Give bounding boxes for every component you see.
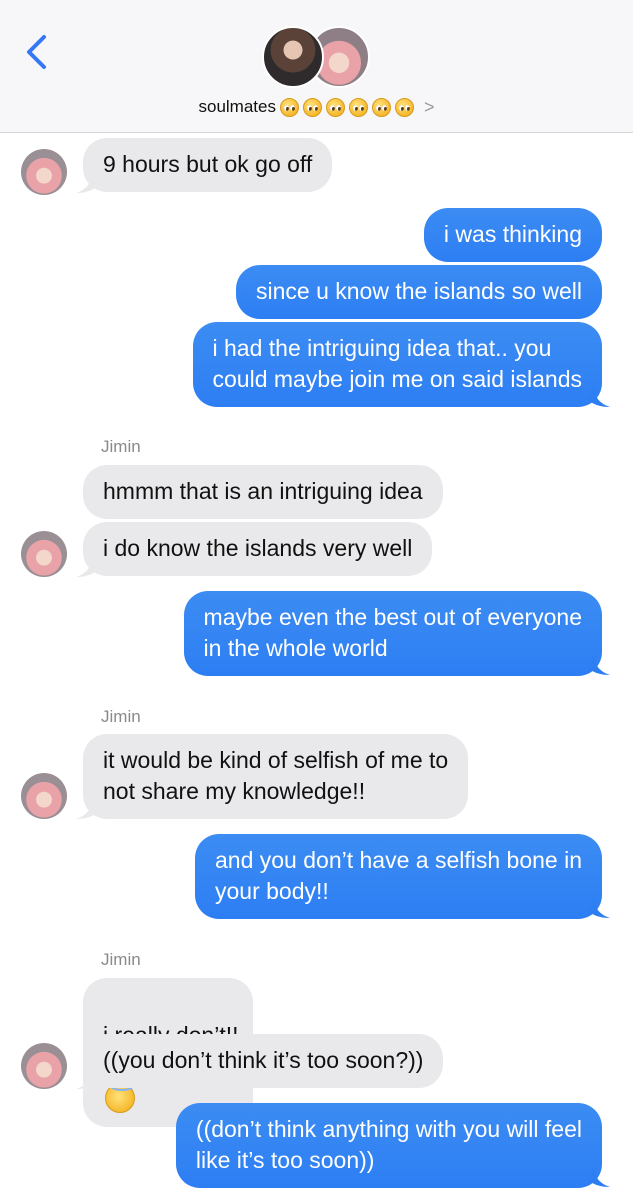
chevron-right-icon: >: [423, 96, 435, 117]
message-bubble-outgoing[interactable]: ((don’t think anything with you will fee…: [175, 1103, 602, 1188]
pleading-face-icon: [325, 97, 345, 117]
avatar[interactable]: [21, 149, 67, 195]
message-bubble-incoming[interactable]: ((you don’t think it’s too soon?)): [83, 1034, 444, 1088]
avatar: [262, 26, 324, 88]
bubble-tail: [588, 897, 610, 918]
message-bubble-outgoing[interactable]: since u know the islands so well: [236, 265, 602, 319]
pleading-face-icon: [279, 97, 299, 117]
bubble-tail: [588, 1166, 610, 1187]
message-bubble-incoming[interactable]: 9 hours but ok go off: [83, 138, 333, 192]
conversation-title: soulmates: [198, 97, 276, 116]
message-bubble-outgoing[interactable]: i was thinking: [423, 208, 602, 262]
bubble-tail: [76, 798, 98, 819]
sender-name: Jimin: [101, 437, 141, 456]
message-bubble-incoming[interactable]: i do know the islands very well: [83, 522, 433, 576]
bubble-tail: [76, 556, 98, 577]
sender-name: Jimin: [101, 950, 141, 969]
message-bubble-outgoing[interactable]: maybe even the best out of everyone in t…: [183, 591, 602, 676]
back-chevron-icon[interactable]: [22, 34, 52, 70]
conversation-title-row[interactable]: soulmates >: [0, 94, 633, 120]
bubble-tail: [76, 1068, 98, 1089]
pleading-face-icon: [371, 97, 391, 117]
message-bubble-outgoing[interactable]: i had the intriguing idea that.. you cou…: [192, 322, 602, 407]
pleading-face-icon: [394, 97, 414, 117]
sender-name: Jimin: [101, 707, 141, 726]
message-bubble-incoming[interactable]: it would be kind of selfish of me to not…: [83, 734, 469, 819]
conversation-header: soulmates >: [0, 0, 633, 133]
avatar[interactable]: [21, 1043, 67, 1089]
group-avatars[interactable]: [262, 26, 372, 90]
pleading-face-icon: [348, 97, 368, 117]
avatar[interactable]: [21, 531, 67, 577]
bubble-tail: [588, 654, 610, 675]
pleading-face-icon: [302, 97, 322, 117]
avatar[interactable]: [21, 773, 67, 819]
bubble-tail: [588, 386, 610, 407]
message-bubble-incoming[interactable]: hmmm that is an intriguing idea: [83, 465, 443, 519]
bubble-tail: [76, 172, 98, 193]
message-bubble-outgoing[interactable]: and you don’t have a selfish bone in you…: [195, 834, 602, 919]
